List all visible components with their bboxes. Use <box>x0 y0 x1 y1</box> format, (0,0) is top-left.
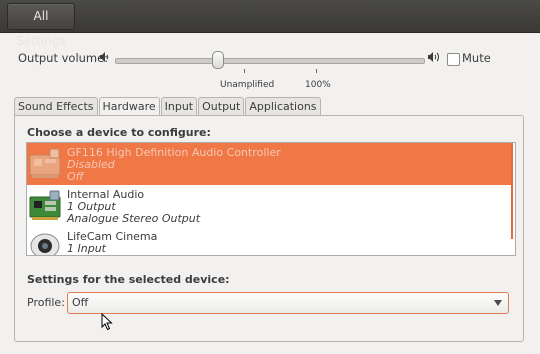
tick-unamplified <box>244 69 245 73</box>
device-profile: Analogue Stereo Output <box>67 212 201 225</box>
speaker-low-icon <box>99 51 111 66</box>
dropdown-arrow-icon <box>494 300 502 306</box>
sound-card-icon <box>28 189 62 223</box>
tab-applications[interactable]: Applications <box>245 97 321 115</box>
list-item-device-lifecam[interactable]: LifeCam Cinema 1 Input <box>27 227 513 255</box>
tab-input[interactable]: Input <box>160 97 198 115</box>
device-inputs: 1 Input <box>67 242 106 255</box>
list-item-device-gf116[interactable]: GF116 High Definition Audio Controller D… <box>27 143 513 185</box>
mute-label[interactable]: Mute <box>462 51 491 65</box>
device-profile: Off <box>67 170 84 183</box>
tab-bar: Sound Effects Hardware Input Output Appl… <box>14 97 322 116</box>
titlebar: All Settings <box>0 0 540 48</box>
list-item-device-internal-audio[interactable]: Internal Audio 1 Output Analogue Stereo … <box>27 185 513 227</box>
output-volume-slider[interactable] <box>115 58 425 64</box>
tab-sound-effects[interactable]: Sound Effects <box>14 97 98 115</box>
settings-heading: Settings for the selected device: <box>27 273 230 286</box>
mouse-pointer-icon <box>101 312 113 334</box>
device-list[interactable]: GF116 High Definition Audio Controller D… <box>26 142 516 256</box>
mute-checkbox[interactable] <box>447 53 460 66</box>
webcam-icon <box>28 231 62 255</box>
tab-hardware[interactable]: Hardware <box>98 97 160 116</box>
all-settings-button[interactable]: All Settings <box>7 3 75 48</box>
choose-device-heading: Choose a device to configure: <box>27 126 211 139</box>
tab-output[interactable]: Output <box>198 97 245 115</box>
output-volume-label: Output volume: <box>18 51 109 65</box>
sound-card-icon <box>28 147 62 181</box>
profile-value: Off <box>72 296 89 309</box>
profile-combobox[interactable]: Off <box>67 292 509 314</box>
output-volume-slider-handle[interactable] <box>212 51 224 69</box>
speaker-high-icon <box>427 51 441 66</box>
device-list-scrollbar[interactable] <box>511 143 513 239</box>
tick-label-unamplified: Unamplified <box>220 80 275 90</box>
profile-label: Profile: <box>27 296 65 309</box>
tick-100 <box>316 69 317 73</box>
tick-label-100: 100% <box>305 80 331 90</box>
